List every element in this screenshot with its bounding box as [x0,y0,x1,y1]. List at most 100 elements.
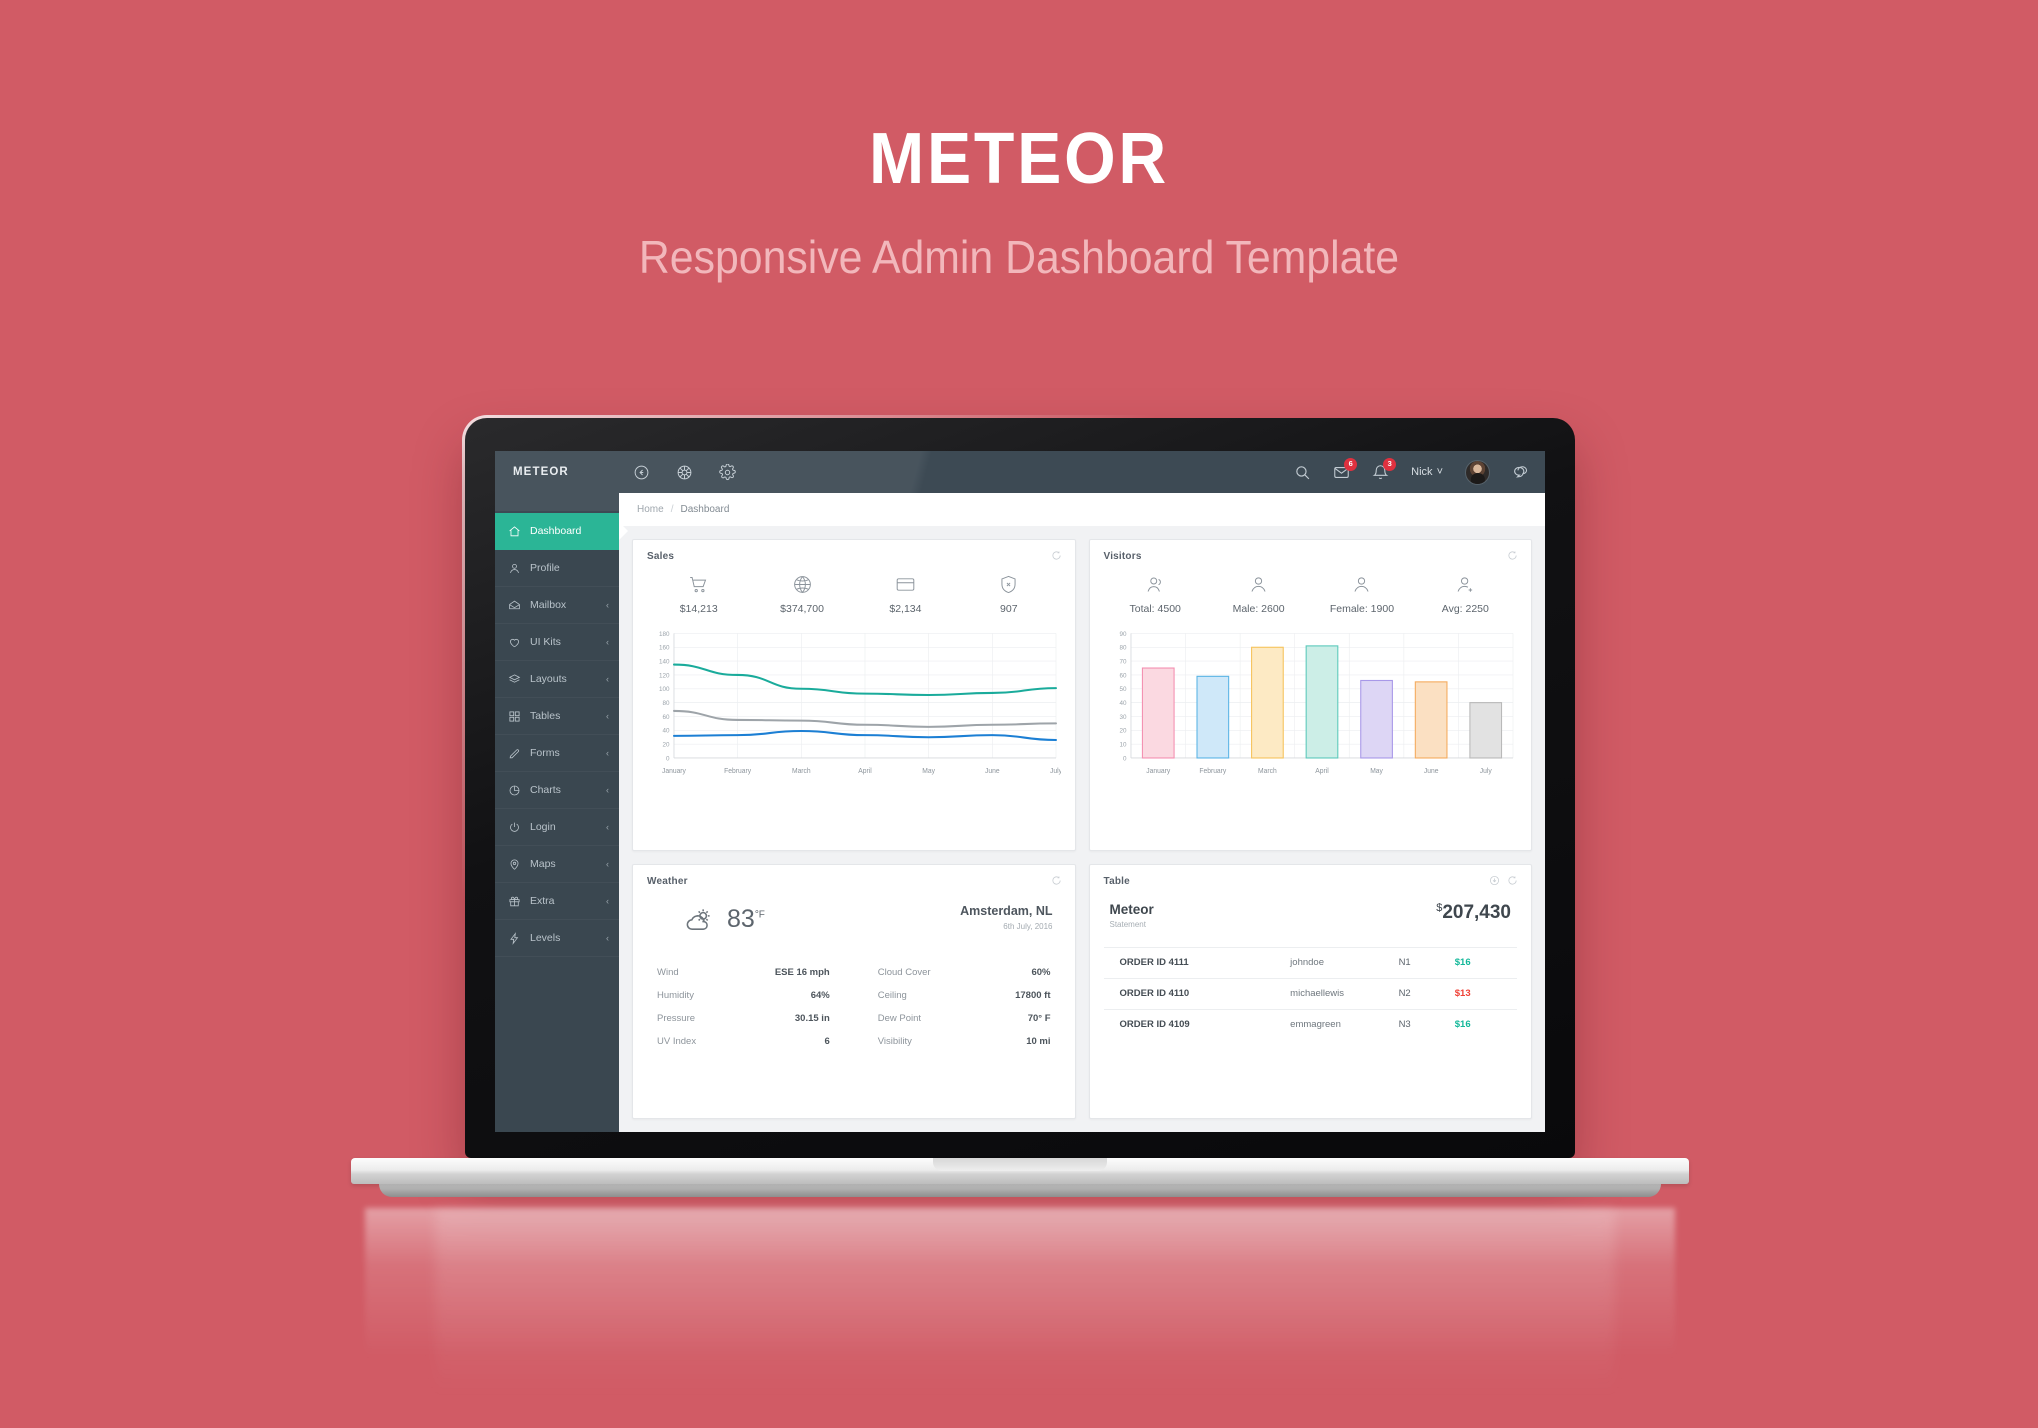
stat-globe: $374,700 [750,574,853,615]
weather-key: Pressure [657,1012,696,1024]
sidebar-item-layouts[interactable]: Layouts ‹ [495,661,619,698]
svg-text:30: 30 [1119,714,1126,721]
sidebar-item-extra[interactable]: Extra ‹ [495,883,619,920]
stat-value: Male: 2600 [1232,603,1285,615]
sidebar-item-login[interactable]: Login ‹ [495,809,619,846]
stat-value: $2,134 [889,603,922,615]
navbar-right-icons: 6 3 Nick ˅ [1294,457,1545,485]
map-pin-icon [510,858,519,870]
card-tools [1051,550,1062,561]
svg-text:0: 0 [1122,755,1126,762]
weather-row: Cloud Cover 60% [874,961,1055,984]
user-icon [510,563,519,573]
page-subtitle: Responsive Admin Dashboard Template [638,231,1400,283]
weather-key: Visibility [877,1035,912,1047]
weather-value: 30.15 in [794,1012,830,1024]
search-icon[interactable] [1294,464,1311,481]
svg-text:60: 60 [1119,672,1126,679]
refresh-icon[interactable] [1507,875,1518,886]
weather-value: 70° F [1027,1012,1051,1024]
table-row[interactable]: ORDER ID 4111 johndoe N1 $16 [1103,946,1517,978]
home-icon [509,525,520,536]
svg-text:May: May [1370,768,1383,775]
sidebar-item-charts[interactable]: Charts ‹ [495,772,619,809]
notifications-badge: 3 [1383,457,1397,471]
account-name: Meteor [1109,901,1154,917]
user-female-icon [1354,577,1369,592]
laptop-reflection-soft [435,1208,1615,1428]
messages-badge: 6 [1344,457,1358,471]
sidebar-item-maps[interactable]: Maps ‹ [495,846,619,883]
messages-button[interactable]: 6 [1333,457,1358,481]
weather-value: 10 mi [1026,1035,1051,1047]
breadcrumb-home[interactable]: Home [637,504,664,515]
notifications-button[interactable]: 3 [1372,457,1397,481]
chevron-left-icon: ‹ [606,896,609,906]
download-circle-icon[interactable] [1489,875,1500,886]
laptop-base-top [351,1158,1689,1184]
svg-text:40: 40 [662,728,669,735]
weather-current: 83°F [655,904,765,935]
laptop-lid: METEOR 6 3 Nick ˅ Dashboard Profile Mail… [462,415,1578,1158]
brand-logo[interactable]: METEOR [495,466,619,478]
weather-card: Weather 83°F Amsterdam, NL 6th July, 201… [632,863,1076,1119]
user-add-icon [1457,577,1472,592]
svg-text:80: 80 [1119,645,1126,652]
weather-details: Wind ESE 16 mph Cloud Cover 60% Humidity 64… [647,961,1061,1053]
chat-bubble-icon[interactable] [1512,464,1529,481]
sidebar-item-profile[interactable]: Profile [495,550,619,587]
svg-text:May: May [922,768,935,775]
statement-identity: Meteor Statement [1110,902,1154,929]
chevron-left-icon: ‹ [606,637,609,647]
order-id: ORDER ID 4109 [1119,1019,1190,1030]
grid-icon [509,710,520,722]
main-content: Home / Dashboard Sales $14,213 $374,700 … [619,493,1545,1132]
svg-text:40: 40 [1119,700,1126,707]
chevron-left-icon: ‹ [606,933,609,943]
sidebar-item-ui-kits[interactable]: UI Kits ‹ [495,624,619,661]
sidebar-item-dashboard[interactable]: Dashboard [495,513,619,550]
sidebar-item-forms[interactable]: Forms ‹ [495,735,619,772]
sidebar-label: Dashboard [530,525,582,537]
svg-text:February: February [724,768,751,775]
breadcrumb: Home / Dashboard [619,493,1545,526]
weather-city: Amsterdam, NL [960,903,1053,918]
stat-avg: Avg: 2250 [1414,574,1517,615]
color-wheel-icon[interactable] [676,464,693,481]
order-code: N2 [1398,988,1411,999]
card-title: Table [1103,875,1130,887]
svg-text:160: 160 [659,645,670,652]
svg-text:20: 20 [662,741,669,748]
svg-text:June: June [1423,768,1438,775]
back-circle-icon[interactable] [633,464,650,481]
weather-row: Ceiling 17800 ft [874,984,1055,1007]
avatar[interactable] [1465,459,1490,485]
svg-text:April: April [1315,768,1329,775]
sidebar-item-levels[interactable]: Levels ‹ [495,920,619,957]
refresh-icon[interactable] [1051,550,1062,561]
weather-row: UV Index 6 [653,1030,834,1053]
weather-key: Dew Point [877,1012,922,1024]
sidebar-item-mailbox[interactable]: Mailbox ‹ [495,587,619,624]
user-name-label: Nick [1411,466,1433,478]
sidebar-label: UI Kits [530,636,561,648]
breadcrumb-current: Dashboard [680,504,730,515]
svg-text:20: 20 [1119,728,1126,735]
refresh-icon[interactable] [1051,875,1062,886]
weather-row: Pressure 30.15 in [653,1007,834,1030]
order-code: N1 [1398,957,1411,968]
user-menu[interactable]: Nick ˅ [1411,466,1443,478]
stat-value: 907 [1000,603,1018,615]
sidebar-item-tables[interactable]: Tables ‹ [495,698,619,735]
sidebar-label: Charts [530,784,561,796]
refresh-icon[interactable] [1507,550,1518,561]
laptop-mockup: METEOR 6 3 Nick ˅ Dashboard Profile Mail… [351,415,1689,1428]
weather-value: 60% [1031,966,1051,978]
gear-icon[interactable] [719,463,736,481]
visitors-bar-chart: 0 10 20 30 40 50 60 70 80 90 January February March A… [1104,626,1518,784]
table-row[interactable]: ORDER ID 4110 michaellewis N2 $13 [1103,977,1517,1009]
sidebar-label: Layouts [530,673,567,685]
stat-cart: $14,213 [647,574,750,615]
svg-text:80: 80 [662,700,669,707]
table-row[interactable]: ORDER ID 4109 emmagreen N3 $16 [1103,1008,1517,1040]
